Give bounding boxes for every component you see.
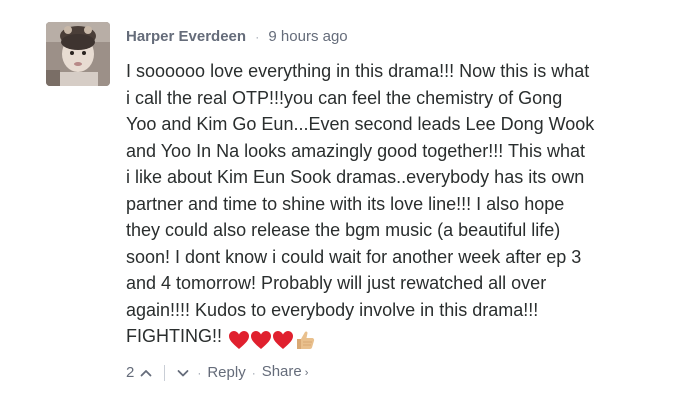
comment-body: I soooooo love everything in this drama!… bbox=[126, 58, 686, 353]
avatar-photo bbox=[46, 22, 110, 86]
comment-line: again!!!! Kudos to everybody involve in … bbox=[126, 299, 539, 320]
comment-line: and Yoo In Na looks amazingly good toget… bbox=[126, 140, 585, 161]
comment-line: i call the real OTP!!!you can feel the c… bbox=[126, 87, 563, 108]
footer-separator: · bbox=[251, 365, 256, 380]
downvote-chevron-icon[interactable] bbox=[175, 365, 191, 381]
comment-line-last: FIGHTING!! bbox=[126, 323, 686, 353]
thumbs-up-icon bbox=[297, 331, 315, 350]
comment-line: Yoo and Kim Go Eun...Even second leads L… bbox=[126, 114, 595, 134]
timestamp-link[interactable]: 9 hours ago bbox=[268, 28, 347, 45]
comment-line-text: FIGHTING!! bbox=[126, 326, 222, 346]
share-label: Share bbox=[261, 363, 302, 380]
upvote-count: 2 bbox=[126, 363, 135, 381]
emoji-group bbox=[228, 326, 316, 353]
share-button[interactable]: Share › bbox=[262, 362, 309, 383]
red-heart-icon bbox=[229, 331, 249, 350]
comment-line: I soooooo love everything in this drama!… bbox=[126, 61, 590, 81]
footer-separator: · bbox=[197, 365, 202, 380]
comment-line: and 4 tomorrow! Probably will just rewat… bbox=[126, 273, 547, 293]
comment-line: they could also release the bgm music (a… bbox=[126, 220, 561, 240]
chevron-right-icon: › bbox=[304, 367, 309, 379]
comment-footer: 2 · Reply · Share › bbox=[126, 362, 308, 383]
author-name[interactable]: Harper Everdeen bbox=[126, 28, 246, 45]
upvote-chevron-icon[interactable] bbox=[138, 365, 154, 381]
comment-line: soon! I dont know i could wait for anoth… bbox=[126, 246, 582, 267]
reply-button[interactable]: Reply bbox=[207, 363, 245, 383]
red-heart-icon bbox=[251, 331, 271, 350]
avatar[interactable] bbox=[46, 22, 110, 86]
header-separator: · bbox=[255, 30, 260, 44]
vote-divider bbox=[164, 364, 166, 381]
comment-line: i like about Kim Eun Sook dramas..everyb… bbox=[126, 167, 585, 187]
comment-header: Harper Everdeen · 9 hours ago bbox=[126, 27, 348, 47]
comment-line: partner and time to shine with its love … bbox=[126, 193, 565, 214]
comment-card: Harper Everdeen · 9 hours ago I soooooo … bbox=[0, 0, 700, 407]
red-heart-icon bbox=[273, 331, 293, 350]
